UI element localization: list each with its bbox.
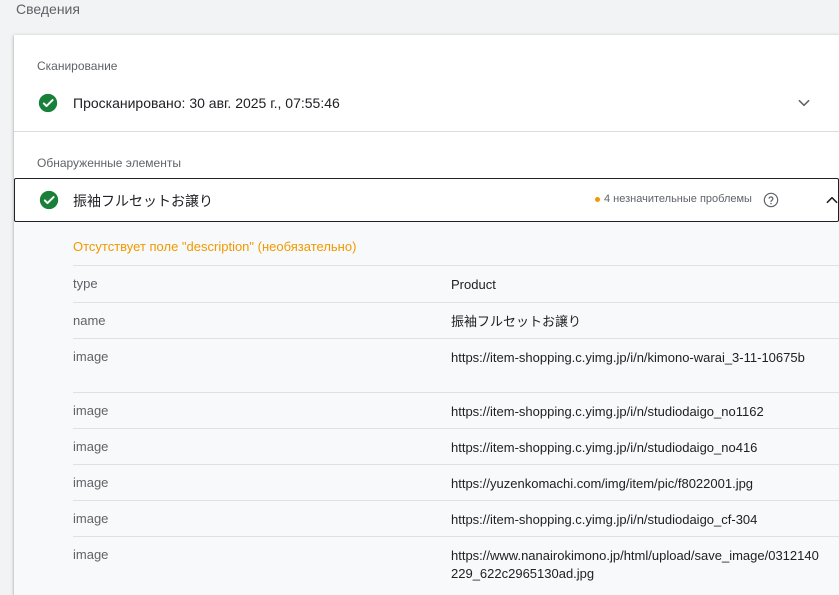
details-card: Сканирование Просканировано: 30 авг. 202…: [14, 35, 839, 595]
check-circle-icon: [39, 190, 59, 210]
detected-section-label: Обнаруженные элементы: [37, 156, 181, 170]
crawl-status-row[interactable]: Просканировано: 30 авг. 2025 г., 07:55:4…: [14, 85, 839, 121]
warning-dot-icon: [595, 196, 600, 202]
chevron-down-icon[interactable]: [797, 96, 811, 110]
table-row: image https://yuzenkomachi.com/img/item/…: [73, 464, 839, 500]
property-value: https://www.nanairokimono.jp/html/upload…: [451, 548, 819, 581]
check-circle-icon: [38, 93, 58, 113]
property-key: image: [73, 475, 109, 490]
property-key: image: [73, 403, 109, 418]
property-key: image: [73, 349, 109, 364]
crawl-status-text: Просканировано: 30 авг. 2025 г., 07:55:4…: [73, 95, 340, 111]
property-value: Product: [451, 277, 496, 292]
property-key: type: [73, 276, 98, 291]
item-details-panel: Отсутствует поле "description" (необязат…: [14, 222, 839, 595]
property-value: https://item-shopping.c.yimg.jp/i/n/stud…: [451, 512, 758, 527]
table-row: name 振袖フルセットお譲り: [73, 302, 839, 338]
property-value: https://yuzenkomachi.com/img/item/pic/f8…: [451, 476, 754, 491]
property-key: image: [73, 511, 109, 526]
chevron-up-icon[interactable]: [825, 193, 839, 207]
property-key: image: [73, 547, 109, 562]
page-title: Сведения: [16, 1, 80, 17]
property-key: image: [73, 439, 109, 454]
property-value: https://item-shopping.c.yimg.jp/i/n/stud…: [451, 440, 758, 455]
table-row: type Product: [73, 265, 839, 302]
table-row: image https://item-shopping.c.yimg.jp/i/…: [73, 392, 839, 428]
table-row: image https://www.nanairokimono.jp/html/…: [73, 536, 839, 590]
detected-item-name: 振袖フルセットお譲り: [73, 193, 213, 209]
property-value: 振袖フルセットお譲り: [451, 314, 582, 329]
section-divider: [14, 131, 839, 132]
issues-badge: 4 незначительные проблемы: [595, 193, 752, 205]
table-row: image https://item-shopping.c.yimg.jp/i/…: [73, 500, 839, 536]
detected-item-header[interactable]: 振袖フルセットお譲り 4 незначительные проблемы: [14, 178, 839, 222]
crawl-section-label: Сканирование: [37, 59, 118, 73]
properties-table: type Product name 振袖フルセットお譲り image https…: [73, 265, 839, 590]
table-row: image https://item-shopping.c.yimg.jp/i/…: [73, 338, 839, 392]
table-row: image https://item-shopping.c.yimg.jp/i/…: [73, 428, 839, 464]
property-key: name: [73, 313, 106, 328]
property-value: https://item-shopping.c.yimg.jp/i/n/kimo…: [451, 350, 805, 365]
property-value: https://item-shopping.c.yimg.jp/i/n/stud…: [451, 404, 764, 419]
issues-text: 4 незначительные проблемы: [604, 193, 752, 205]
warning-message: Отсутствует поле "description" (необязат…: [73, 239, 357, 254]
help-circle-icon[interactable]: [763, 192, 779, 208]
